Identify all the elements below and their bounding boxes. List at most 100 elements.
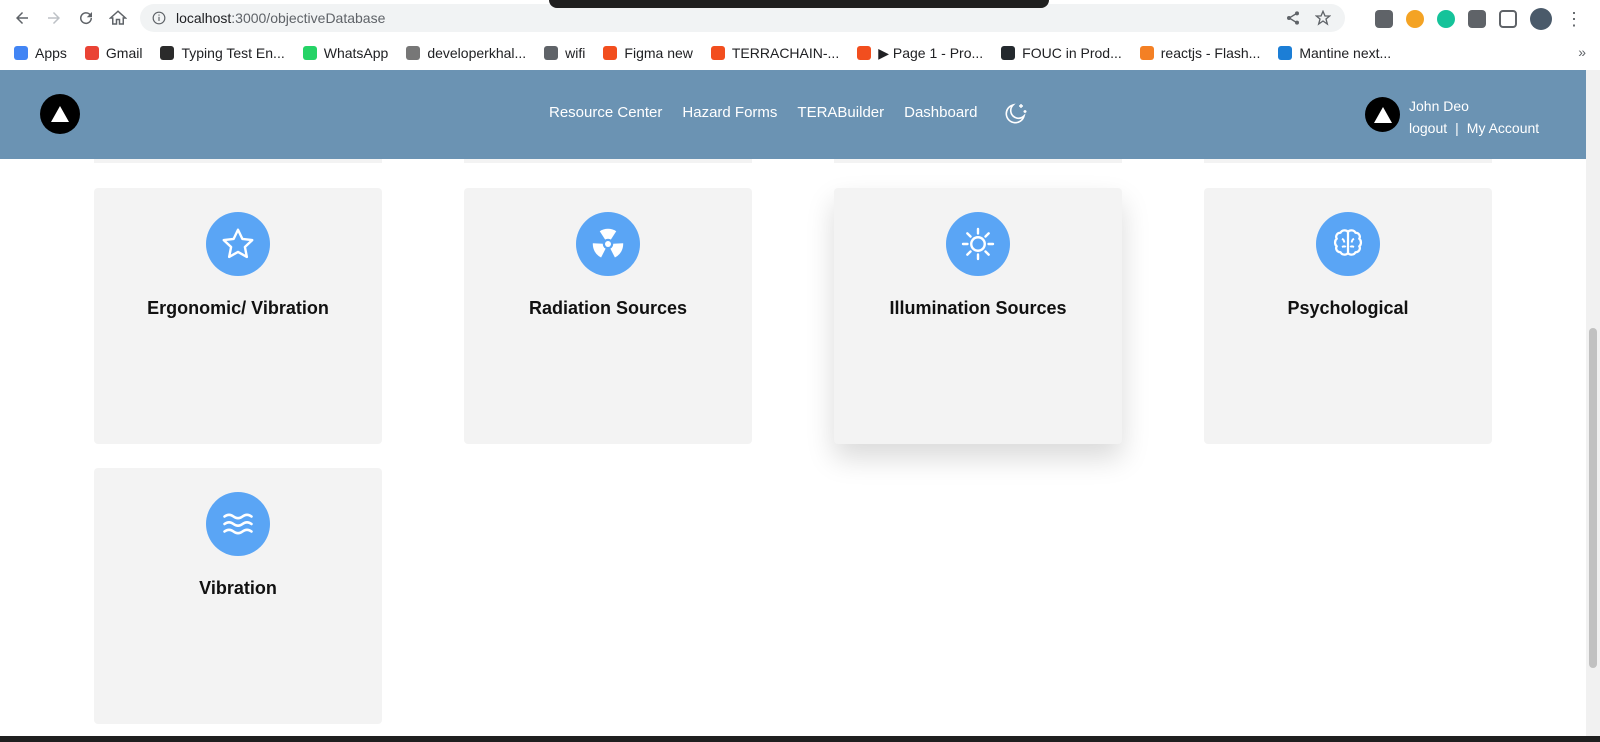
bookmark-item[interactable]: Typing Test En...: [160, 45, 285, 61]
icon-circle: [576, 212, 640, 276]
category-grid: Ergonomic/ Vibration Radiation Sources I…: [0, 159, 1586, 736]
arrow-right-icon: [48, 12, 60, 24]
menu-icon[interactable]: ⋮: [1565, 10, 1583, 28]
brain-icon: [1333, 229, 1363, 256]
screen-share-bar: [549, 0, 1049, 8]
url-path: :3000/objectiveDatabase: [231, 10, 386, 26]
triangle-avatar-icon: [1373, 106, 1392, 123]
card-title: Illumination Sources: [889, 298, 1067, 318]
url-host: localhost: [176, 10, 232, 26]
page-scrollbar[interactable]: [1586, 70, 1600, 742]
arrow-left-icon: [16, 12, 28, 24]
bookmark-label: wifi: [565, 45, 586, 61]
home-icon: [109, 10, 127, 25]
category-card[interactable]: Ergonomic/ Vibration: [94, 188, 382, 444]
browser-toolbar: localhost:3000/objectiveDatabase ⋮: [0, 0, 1600, 36]
bookmark-favicon-icon: [857, 46, 872, 60]
bookmark-item[interactable]: wifi: [544, 45, 585, 61]
bookmark-favicon-icon: [603, 46, 618, 60]
bookmark-item[interactable]: reactjs - Flash...: [1139, 45, 1261, 61]
bookmark-favicon-icon: [160, 46, 175, 60]
nav-resource-center[interactable]: Resource Center: [549, 104, 662, 121]
bookmark-favicon-icon: [1001, 46, 1016, 60]
my-account-link[interactable]: My Account: [1467, 117, 1539, 139]
moon-stars-icon[interactable]: [1002, 101, 1028, 127]
icon-circle: [206, 492, 270, 556]
nav-terabuilder[interactable]: TERABuilder: [797, 104, 884, 121]
bookmark-favicon-icon: [710, 46, 725, 60]
bookmark-star-icon[interactable]: [1315, 10, 1331, 26]
card-title: Ergonomic/ Vibration: [147, 298, 329, 318]
nav-hazard-forms[interactable]: Hazard Forms: [682, 104, 777, 121]
category-card[interactable]: Illumination Sources: [834, 188, 1122, 444]
bookmark-label: Apps: [35, 45, 67, 61]
bookmark-item[interactable]: Figma new: [603, 45, 693, 61]
bookmarks-overflow-button[interactable]: »: [1578, 44, 1586, 60]
logout-link[interactable]: logout: [1409, 117, 1447, 139]
reload-icon: [80, 12, 93, 25]
apps-grid-icon: [14, 46, 28, 60]
profile-avatar[interactable]: [1530, 8, 1552, 30]
sidebar-icon[interactable]: [1499, 10, 1517, 28]
bookmark-favicon-icon: [406, 46, 421, 60]
bookmark-item[interactable]: Gmail: [84, 45, 142, 61]
address-bar[interactable]: localhost:3000/objectiveDatabase: [140, 4, 1345, 32]
icon-circle: [206, 212, 270, 276]
info-icon: [152, 11, 166, 25]
bookmark-label: Mantine next...: [1299, 45, 1392, 61]
star-icon: [222, 228, 254, 259]
card-title: Psychological: [1287, 298, 1409, 318]
card-stub: [834, 159, 1122, 163]
bookmark-item[interactable]: TERRACHAIN-...: [710, 45, 840, 61]
triangle-logo-icon: [51, 106, 69, 122]
bookmark-label: Typing Test En...: [181, 45, 285, 61]
back-button[interactable]: [6, 2, 38, 34]
bookmark-item[interactable]: FOUC in Prod...: [1001, 45, 1122, 61]
extension-icon[interactable]: [1437, 10, 1455, 28]
bookmark-item[interactable]: developerkhal...: [406, 45, 526, 61]
bookmark-item[interactable]: ▶ Page 1 - Pro...: [857, 45, 983, 62]
app-logo[interactable]: [40, 94, 80, 134]
bookmark-label: reactjs - Flash...: [1160, 45, 1261, 61]
extension-icon[interactable]: [1406, 10, 1424, 28]
scrollbar-thumb[interactable]: [1589, 328, 1597, 668]
bookmark-item[interactable]: Mantine next...: [1278, 45, 1391, 61]
card-stub: [1204, 159, 1492, 163]
sun-icon: [961, 227, 995, 261]
bookmark-favicon-icon: [544, 46, 559, 60]
nav-dashboard[interactable]: Dashboard: [904, 104, 977, 121]
bookmark-label: Figma new: [624, 45, 693, 61]
bookmarks-bar: Apps Gmail Typing Test En... WhatsApp develo…: [0, 36, 1600, 70]
bookmark-favicon-icon: [1139, 46, 1154, 60]
home-button[interactable]: [102, 2, 134, 34]
waves-icon: [223, 513, 253, 535]
bookmark-favicon-icon: [302, 46, 317, 60]
main-nav: Resource Center Hazard Forms TERABuilder…: [549, 104, 978, 121]
extensions: ⋮: [1375, 8, 1583, 30]
forward-button[interactable]: [38, 2, 70, 34]
app-header: Resource Center Hazard Forms TERABuilder…: [0, 70, 1586, 159]
reload-button[interactable]: [70, 2, 102, 34]
card-title: Vibration: [199, 578, 277, 598]
bookmark-label: TERRACHAIN-...: [731, 45, 840, 61]
bookmark-favicon-icon: [1278, 46, 1293, 60]
category-card[interactable]: Radiation Sources: [464, 188, 752, 444]
bookmark-label: FOUC in Prod...: [1022, 45, 1122, 61]
card-stub: [94, 159, 382, 163]
bookmark-label: WhatsApp: [323, 45, 389, 61]
share-icon[interactable]: [1285, 10, 1301, 26]
user-avatar[interactable]: [1365, 97, 1400, 132]
bookmark-item[interactable]: WhatsApp: [302, 45, 389, 61]
card-stub: [464, 159, 752, 163]
bookmark-item[interactable]: Apps: [14, 45, 67, 61]
bottom-edge: [0, 736, 1600, 742]
icon-circle: [946, 212, 1010, 276]
user-name: John Deo: [1409, 98, 1469, 114]
bookmark-label: ▶ Page 1 - Pro...: [878, 44, 984, 61]
puzzle-icon[interactable]: [1468, 10, 1486, 28]
icon-circle: [1316, 212, 1380, 276]
category-card[interactable]: Vibration: [94, 468, 382, 724]
extension-icon[interactable]: [1375, 10, 1393, 28]
radiation-icon: [592, 228, 624, 258]
category-card[interactable]: Psychological: [1204, 188, 1492, 444]
